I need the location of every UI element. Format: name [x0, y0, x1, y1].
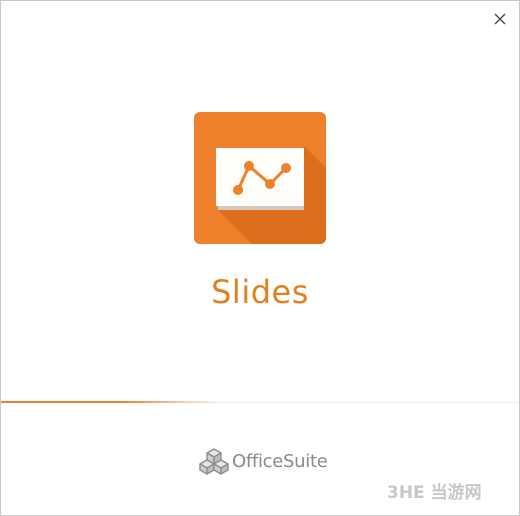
app-name-title: Slides: [211, 273, 309, 311]
brand-name: OfficeSuite: [232, 450, 328, 472]
close-icon: [494, 13, 506, 25]
site-watermark: 3HE 当游网: [387, 481, 507, 503]
loading-progress-track: [1, 401, 519, 403]
loading-progress-bar: [1, 401, 219, 403]
splash-window: Slides OfficeSuite 3HE 当游网: [0, 0, 520, 516]
watermark-text: 3HE 当游网: [387, 482, 482, 503]
app-icon-tile: [194, 112, 326, 244]
close-button[interactable]: [489, 8, 511, 30]
watermark-logo: 3HE 当游网: [387, 482, 482, 503]
officesuite-cubes-icon: [199, 448, 229, 475]
presentation-chart-icon: [194, 112, 326, 244]
brand-footer: OfficeSuite: [199, 445, 328, 477]
